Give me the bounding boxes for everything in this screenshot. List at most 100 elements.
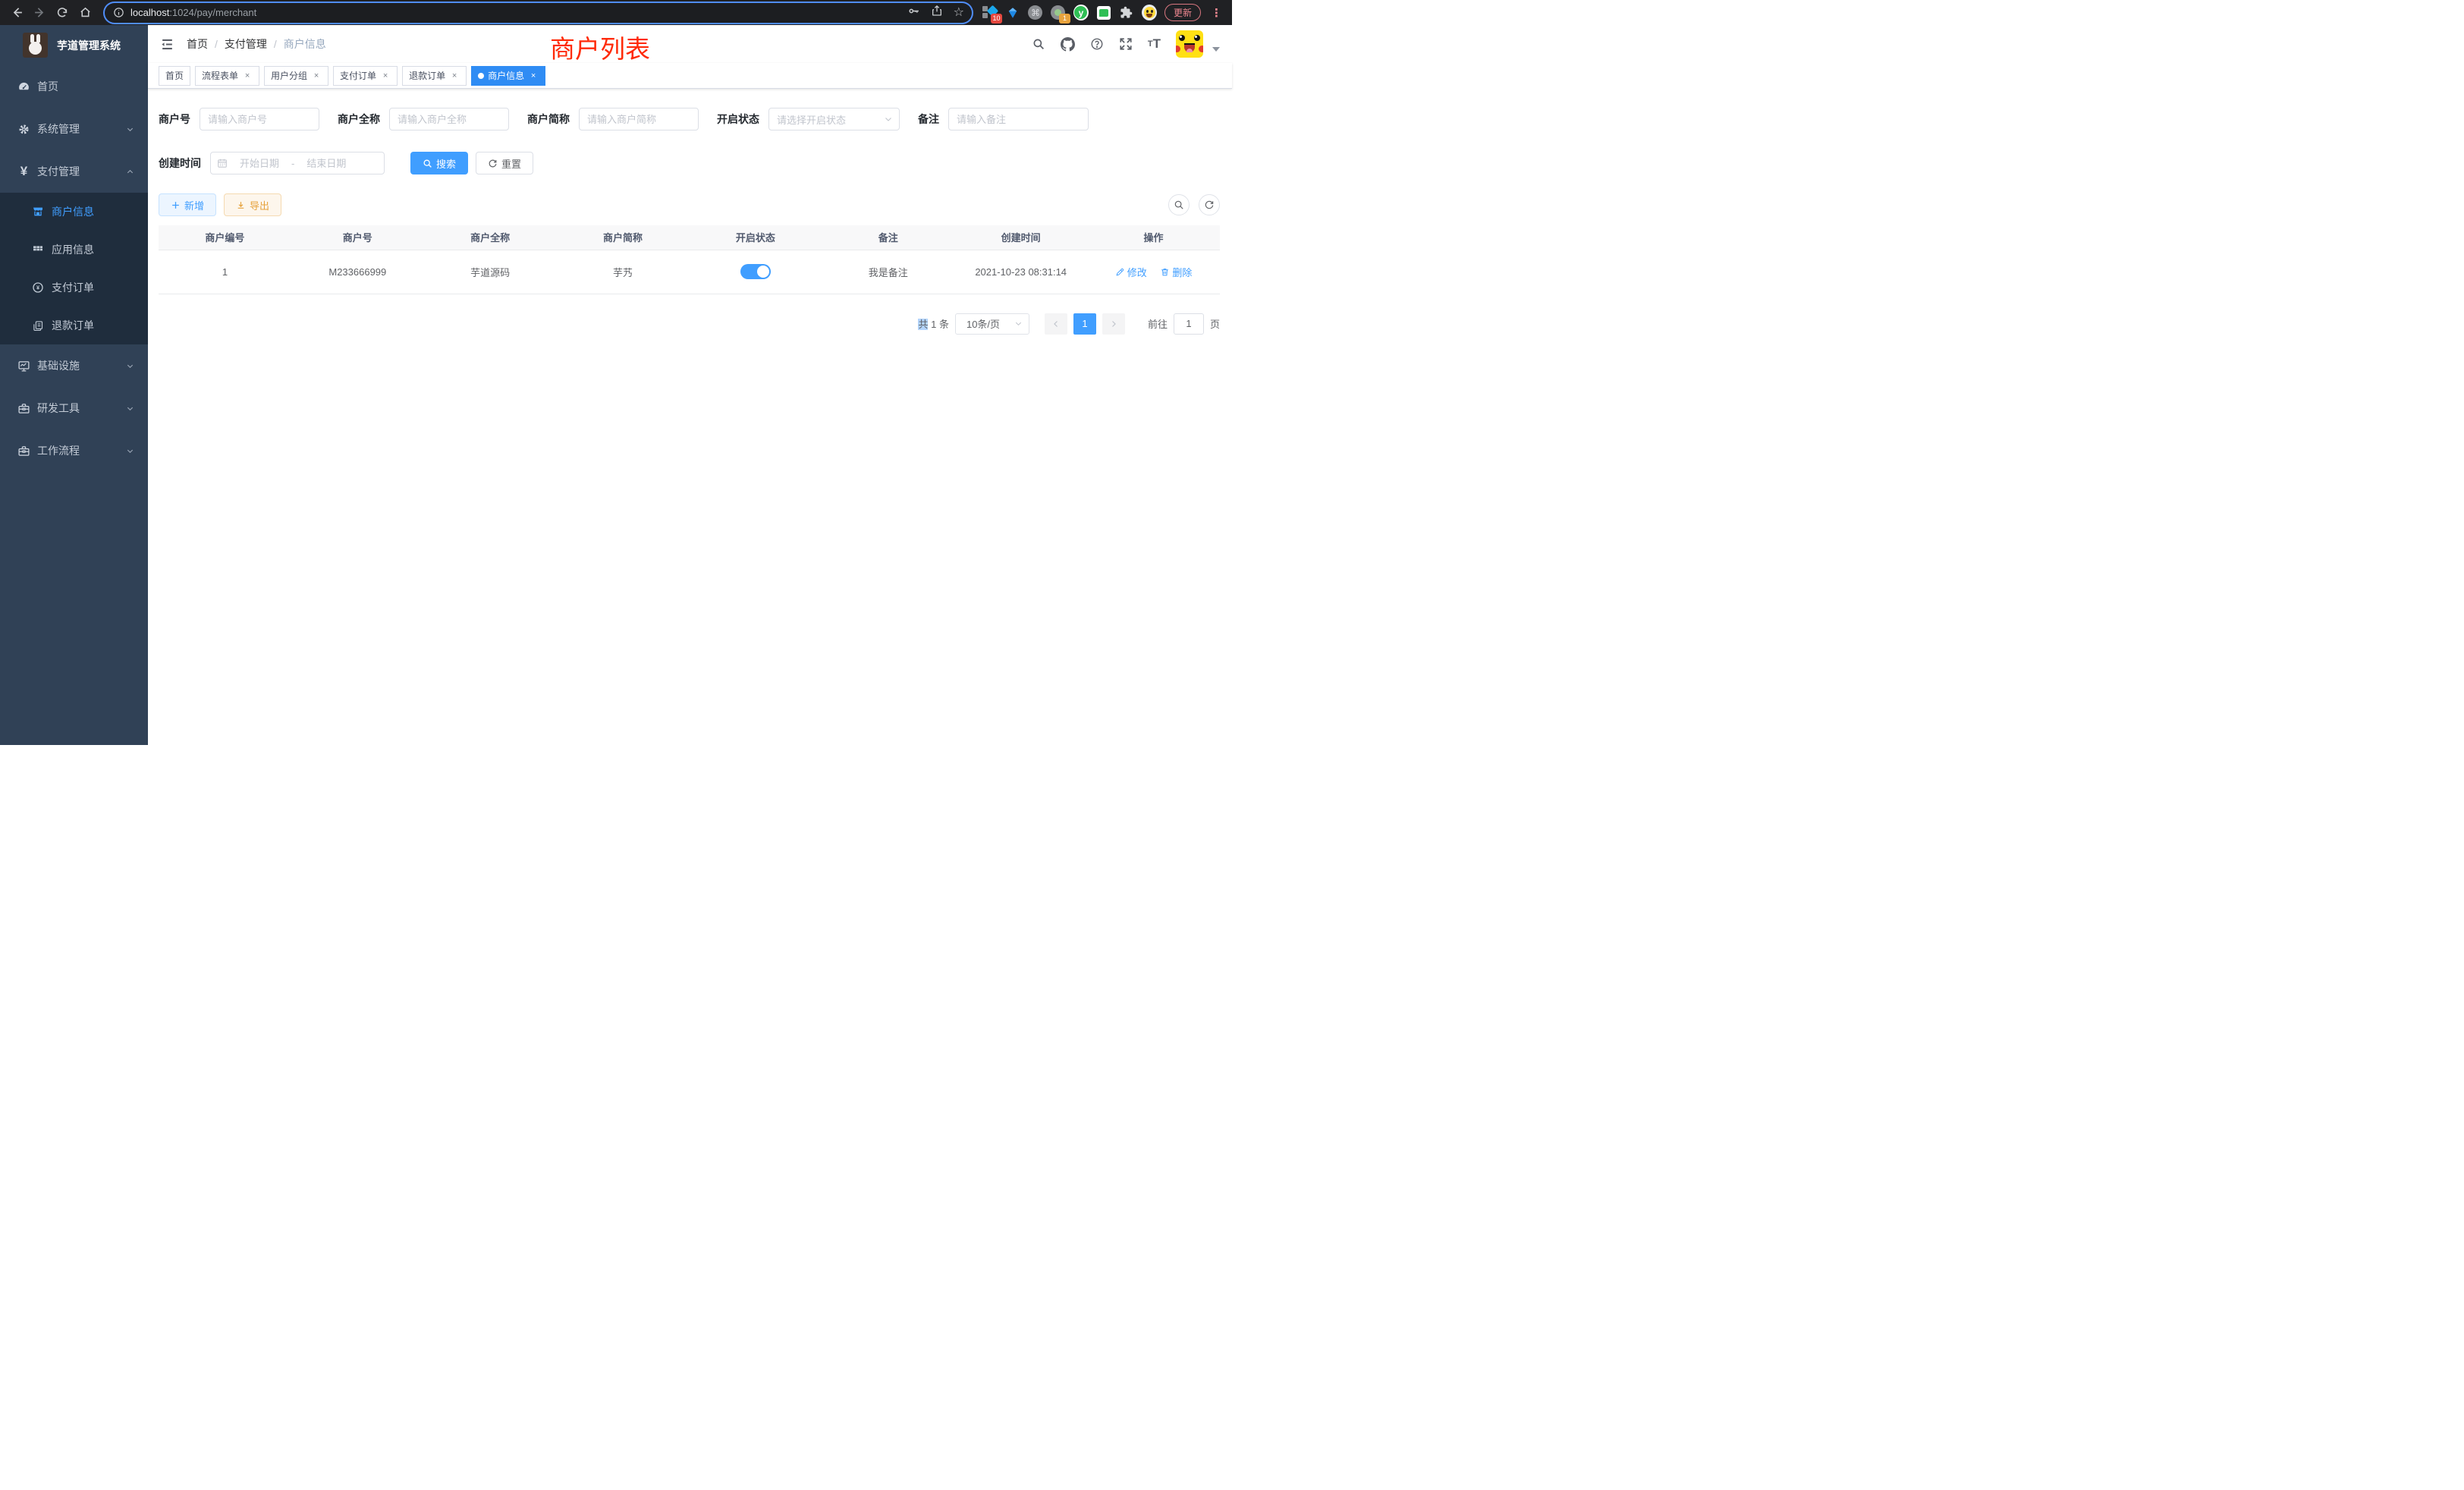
- sidebar-item-label: 研发工具: [37, 401, 80, 416]
- command-extension-icon[interactable]: ⌘: [1028, 5, 1043, 20]
- sidebar-item-payment[interactable]: ¥ 支付管理: [0, 150, 148, 193]
- sidebar-item-home[interactable]: 首页: [0, 65, 148, 108]
- delete-link[interactable]: 删除: [1160, 265, 1192, 279]
- notification-extension-icon[interactable]: 1: [1051, 5, 1066, 20]
- sidebar-item-label: 首页: [37, 79, 58, 94]
- toolbox-icon: [17, 445, 30, 457]
- logo-rabbit-image: [23, 33, 48, 58]
- sidebar-item-dev-tools[interactable]: 研发工具: [0, 387, 148, 429]
- tab-home[interactable]: 首页: [159, 66, 190, 86]
- goto-page-input[interactable]: [1174, 313, 1204, 335]
- profile-emoji-avatar[interactable]: [1142, 5, 1157, 20]
- sidebar-item-label: 系统管理: [37, 121, 80, 137]
- cell-short-name: 芋艿: [557, 250, 690, 294]
- chat-extension-icon[interactable]: [1096, 5, 1111, 20]
- edit-link[interactable]: 修改: [1115, 265, 1147, 279]
- add-button[interactable]: 新增: [159, 193, 216, 216]
- app-logo[interactable]: 芋道管理系统: [0, 25, 148, 65]
- refresh-button[interactable]: [1199, 194, 1220, 215]
- close-icon[interactable]: ×: [380, 71, 391, 80]
- remark-label: 备注: [918, 112, 939, 127]
- full-name-input[interactable]: [389, 108, 509, 130]
- tab-process-form[interactable]: 流程表单×: [195, 66, 259, 86]
- yen-circle-icon: ¥: [32, 281, 44, 294]
- export-button[interactable]: 导出: [224, 193, 281, 216]
- browser-home-icon[interactable]: [76, 4, 94, 22]
- chevron-down-icon: [884, 115, 893, 124]
- avatar-dropdown-caret[interactable]: [1212, 47, 1220, 52]
- sidebar-item-label: 退款订单: [52, 318, 94, 333]
- sidebar-item-system[interactable]: 系统管理: [0, 108, 148, 150]
- tab-refund-order[interactable]: 退款订单×: [402, 66, 467, 86]
- bookmark-star-icon[interactable]: ☆: [954, 7, 964, 19]
- status-select-input[interactable]: [768, 108, 900, 130]
- chrome-update-button[interactable]: 更新: [1164, 4, 1201, 21]
- status-toggle[interactable]: [740, 264, 771, 279]
- short-name-label: 商户简称: [527, 112, 570, 127]
- collapse-sidebar-icon[interactable]: [160, 37, 174, 52]
- toggle-search-button[interactable]: [1168, 194, 1190, 215]
- store-icon: [32, 206, 44, 218]
- fullscreen-icon[interactable]: [1119, 37, 1133, 51]
- tab-merchant-info[interactable]: 商户信息×: [471, 66, 545, 86]
- dashboard-gauge-icon: [17, 80, 30, 93]
- extension-blocks-icon[interactable]: 10: [982, 5, 998, 20]
- remark-input[interactable]: [948, 108, 1089, 130]
- breadcrumb-home[interactable]: 首页: [187, 36, 208, 52]
- next-page-button[interactable]: [1102, 313, 1125, 335]
- breadcrumb-section[interactable]: 支付管理: [225, 36, 267, 52]
- short-name-input[interactable]: [579, 108, 699, 130]
- search-button[interactable]: 搜索: [410, 152, 468, 174]
- sidebar-item-infrastructure[interactable]: 基础设施: [0, 344, 148, 387]
- sidebar-item-merchant-info[interactable]: 商户信息: [0, 193, 148, 231]
- tab-pay-order[interactable]: 支付订单×: [333, 66, 398, 86]
- start-date-input[interactable]: [231, 158, 288, 169]
- close-icon[interactable]: ×: [242, 71, 253, 80]
- site-info-icon[interactable]: [112, 7, 124, 19]
- chevron-up-icon: [126, 168, 134, 176]
- browser-back-icon[interactable]: [8, 4, 26, 22]
- col-full-name: 商户全称: [424, 225, 557, 250]
- top-navbar: 首页 / 支付管理 / 商户信息 TT: [148, 25, 1232, 63]
- page-size-select[interactable]: 10条/页: [955, 313, 1029, 335]
- page-number-1[interactable]: 1: [1073, 313, 1096, 335]
- col-remark: 备注: [822, 225, 954, 250]
- browser-forward-icon[interactable]: [30, 4, 49, 22]
- close-icon[interactable]: ×: [449, 71, 460, 80]
- sidebar-item-label: 支付管理: [37, 164, 80, 179]
- github-icon[interactable]: [1061, 37, 1075, 52]
- sidebar-item-refund-order[interactable]: 退款订单: [0, 306, 148, 344]
- tab-user-group[interactable]: 用户分组×: [264, 66, 328, 86]
- table-row: 1 M233666999 芋道源码 芋艿 我是备注 2021-10-23 08:…: [159, 250, 1220, 294]
- reset-button[interactable]: 重置: [476, 152, 533, 174]
- create-time-range-picker[interactable]: -: [210, 152, 385, 174]
- close-icon[interactable]: ×: [528, 71, 539, 80]
- password-key-icon[interactable]: [907, 5, 920, 21]
- monitor-icon: [17, 360, 30, 372]
- address-bar[interactable]: localhost:1024/pay/merchant ☆: [105, 3, 972, 23]
- puzzle-extensions-icon[interactable]: [1119, 5, 1134, 20]
- close-icon[interactable]: ×: [311, 71, 322, 80]
- chevron-down-icon: [126, 125, 134, 134]
- sidebar-item-pay-order[interactable]: ¥ 支付订单: [0, 269, 148, 306]
- prev-page-button[interactable]: [1045, 313, 1067, 335]
- breadcrumb-current: 商户信息: [284, 36, 326, 52]
- status-select[interactable]: 请选择开启状态: [768, 108, 900, 130]
- header-search-icon[interactable]: [1032, 37, 1045, 51]
- page-unit-label: 页: [1210, 316, 1220, 331]
- url-text: localhost:1024/pay/merchant: [130, 7, 256, 18]
- font-size-icon[interactable]: TT: [1148, 36, 1161, 52]
- browser-menu-icon[interactable]: ⋮: [1208, 6, 1224, 20]
- end-date-input[interactable]: [297, 158, 355, 169]
- user-avatar[interactable]: [1176, 30, 1203, 58]
- sidebar-item-label: 商户信息: [52, 204, 94, 219]
- browser-reload-icon[interactable]: [53, 4, 71, 22]
- help-question-icon[interactable]: [1090, 37, 1104, 51]
- gem-icon[interactable]: [1005, 5, 1020, 20]
- payment-submenu: 商户信息 应用信息 ¥ 支付订单 退款订单: [0, 193, 148, 344]
- yuque-extension-icon[interactable]: y: [1073, 5, 1089, 20]
- share-icon[interactable]: [931, 5, 943, 20]
- sidebar-item-app-info[interactable]: 应用信息: [0, 231, 148, 269]
- merchant-no-input[interactable]: [200, 108, 319, 130]
- sidebar-item-workflow[interactable]: 工作流程: [0, 429, 148, 472]
